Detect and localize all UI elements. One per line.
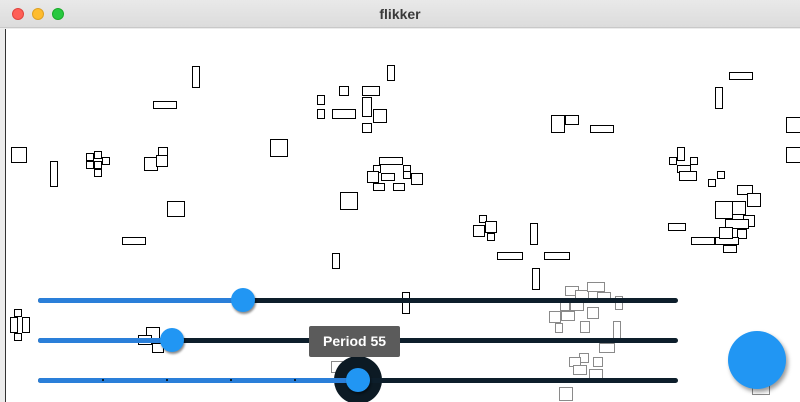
slider-1-thumb[interactable] bbox=[231, 288, 255, 312]
automaton-cell bbox=[340, 192, 358, 210]
automaton-cell bbox=[679, 171, 697, 181]
automaton-cell bbox=[561, 311, 575, 321]
automaton-cell bbox=[497, 252, 523, 260]
automaton-cell bbox=[387, 65, 395, 81]
automaton-cell bbox=[723, 245, 737, 253]
automaton-cell bbox=[122, 237, 146, 245]
automaton-cell bbox=[715, 87, 723, 109]
automaton-cell bbox=[593, 357, 603, 367]
automaton-cell bbox=[102, 157, 110, 165]
automaton-cell bbox=[719, 227, 733, 239]
automaton-cell bbox=[317, 109, 325, 119]
automaton-cell bbox=[668, 223, 686, 231]
automaton-cell bbox=[339, 86, 349, 96]
automaton-cell bbox=[94, 169, 102, 177]
automaton-cell bbox=[362, 123, 372, 133]
automaton-cell bbox=[786, 117, 800, 133]
slider-period-fill bbox=[38, 378, 358, 383]
automaton-cell bbox=[94, 161, 102, 169]
slider-period-tooltip: Period 55 bbox=[309, 326, 401, 357]
automaton-cell bbox=[732, 201, 746, 215]
automaton-cell bbox=[691, 237, 715, 245]
automaton-cell bbox=[590, 125, 614, 133]
automaton-cell bbox=[587, 307, 599, 319]
automaton-cell bbox=[715, 201, 733, 219]
automaton-cell bbox=[690, 157, 698, 165]
automaton-cell bbox=[379, 157, 403, 165]
automaton-cell bbox=[156, 155, 168, 167]
automaton-cell bbox=[565, 115, 579, 125]
automaton-cell bbox=[362, 86, 380, 96]
slider-tick bbox=[422, 379, 424, 381]
automaton-cell bbox=[94, 151, 102, 159]
automaton-cell bbox=[544, 252, 570, 260]
automaton-cell bbox=[373, 109, 387, 123]
automaton-cell bbox=[192, 66, 200, 88]
window-title: flikker bbox=[379, 6, 421, 22]
automaton-cell bbox=[549, 311, 561, 323]
automaton-cell bbox=[403, 171, 411, 179]
slider-tick bbox=[294, 379, 296, 381]
automaton-cell bbox=[573, 365, 587, 375]
automaton-cell bbox=[270, 139, 288, 157]
automaton-canvas[interactable]: Period 55 bbox=[5, 29, 800, 402]
automaton-cell bbox=[373, 183, 385, 191]
slider-tick bbox=[614, 379, 616, 381]
automaton-cell bbox=[22, 317, 30, 333]
automaton-cell bbox=[669, 157, 677, 165]
slider-tick bbox=[102, 379, 104, 381]
slider-1-fill bbox=[38, 298, 243, 303]
automaton-cell bbox=[677, 147, 685, 161]
automaton-cell bbox=[14, 309, 22, 317]
slider-period-thumb[interactable] bbox=[346, 368, 370, 392]
automaton-cell bbox=[473, 225, 485, 237]
automaton-cell bbox=[367, 171, 379, 183]
automaton-cell bbox=[411, 173, 423, 185]
slider-2-thumb[interactable] bbox=[160, 328, 184, 352]
automaton-cell bbox=[86, 153, 94, 161]
automaton-cell bbox=[381, 173, 395, 181]
automaton-cell bbox=[332, 109, 356, 119]
automaton-cell bbox=[532, 268, 540, 290]
automaton-cell bbox=[402, 292, 410, 314]
automaton-cell bbox=[167, 201, 185, 217]
slider-1-track[interactable] bbox=[38, 298, 678, 303]
automaton-cell bbox=[11, 147, 27, 163]
automaton-cell bbox=[362, 97, 372, 117]
automaton-cell bbox=[50, 161, 58, 187]
automaton-cell bbox=[708, 179, 716, 187]
automaton-cell bbox=[86, 161, 94, 169]
automaton-cell bbox=[153, 101, 177, 109]
automaton-cell bbox=[551, 115, 565, 133]
automaton-cell bbox=[729, 72, 753, 80]
slider-tick bbox=[166, 379, 168, 381]
automaton-cell bbox=[559, 387, 573, 401]
automaton-cell bbox=[317, 95, 325, 105]
automaton-cell bbox=[485, 221, 497, 233]
automaton-cell bbox=[10, 317, 18, 333]
title-bar[interactable]: flikker bbox=[0, 0, 800, 28]
automaton-cell bbox=[587, 282, 605, 292]
automaton-cell bbox=[555, 323, 563, 333]
automaton-cell bbox=[393, 183, 405, 191]
automaton-cell bbox=[332, 253, 340, 269]
slider-tick bbox=[230, 379, 232, 381]
automaton-cell bbox=[487, 233, 495, 241]
automaton-cell bbox=[717, 171, 725, 179]
circle-button[interactable] bbox=[728, 331, 786, 389]
slider-tick bbox=[550, 379, 552, 381]
automaton-cell bbox=[580, 321, 590, 333]
automaton-cell bbox=[747, 193, 761, 207]
automaton-cell bbox=[786, 147, 800, 163]
automaton-cell bbox=[530, 223, 538, 245]
slider-tick bbox=[486, 379, 488, 381]
automaton-cell bbox=[599, 343, 615, 353]
automaton-cell bbox=[14, 333, 22, 341]
slider-2-fill bbox=[38, 338, 172, 343]
